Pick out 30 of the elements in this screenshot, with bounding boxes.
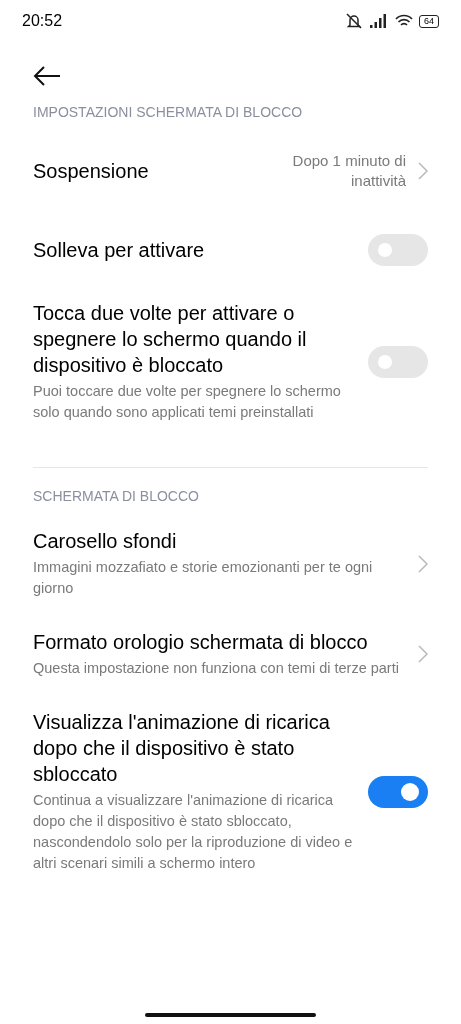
item-description: Immagini mozzafiato e storie emozionanti per te ogni giorno (33, 558, 374, 598)
settings-item[interactable]: Formato orologio schermata di blocco Questa impostazione non funziona con temi di terze parti (0, 629, 461, 679)
item-title: Carosello sfondi (33, 529, 178, 554)
toggle-switch[interactable] (368, 775, 428, 808)
item-title: Tocca due volte per attivare o spegnere lo schermo quando il dispositivo è bloccato (33, 301, 308, 378)
chevron-icon (418, 554, 428, 573)
chevron-icon (418, 162, 428, 180)
battery-level: 64 (419, 14, 439, 28)
item-title: Formato orologio schermata di blocco (33, 630, 369, 655)
section-header: IMPOSTAZIONI SCHERMATA DI BLOCCO (32, 104, 304, 120)
muted-bell-icon (345, 13, 363, 29)
back-arrow-icon[interactable] (33, 66, 61, 86)
settings-item[interactable]: Sospensione Dopo 1 minuto di inattività (0, 142, 461, 200)
signal-icon (369, 14, 389, 28)
wifi-icon (395, 14, 413, 28)
chevron-icon (418, 645, 428, 663)
settings-item[interactable]: Carosello sfondi Immagini mozzafiato e storie emozionanti per te ogni giorno (0, 528, 461, 599)
toggle-switch[interactable] (368, 345, 428, 378)
toggle-switch[interactable] (368, 234, 428, 266)
item-title: Solleva per attivare (33, 238, 206, 263)
settings-item[interactable]: Tocca due volte per attivare o spegnere lo schermo quando il dispositivo è bloccato Puoi toccare due volte per spegnere lo schermo solo quando sono applicati temi preinstallati (0, 300, 461, 423)
item-title: Sospensione (33, 159, 150, 184)
section-header: SCHERMATA DI BLOCCO (32, 488, 200, 504)
item-description: Puoi toccare due volte per spegnere lo schermo solo quando sono applicati temi preinstallati (33, 382, 342, 422)
item-description: Questa impostazione non funziona con temi di terze parti (33, 659, 400, 678)
item-title: Visualizza l'animazione di ricarica dopo che il dispositivo è stato sbloccato (33, 710, 331, 787)
value-text: Dopo 1 minuto di inattività (291, 151, 406, 191)
settings-item[interactable]: Solleva per attivare (0, 230, 461, 270)
clock: 20:52 (22, 12, 63, 30)
item-description: Continua a visualizzare l'animazione di ricarica dopo che il dispositivo è stato sbloccato, nascondendolo solo per la riproduzione di video e altri scenari simili a schermo intero (33, 791, 354, 873)
